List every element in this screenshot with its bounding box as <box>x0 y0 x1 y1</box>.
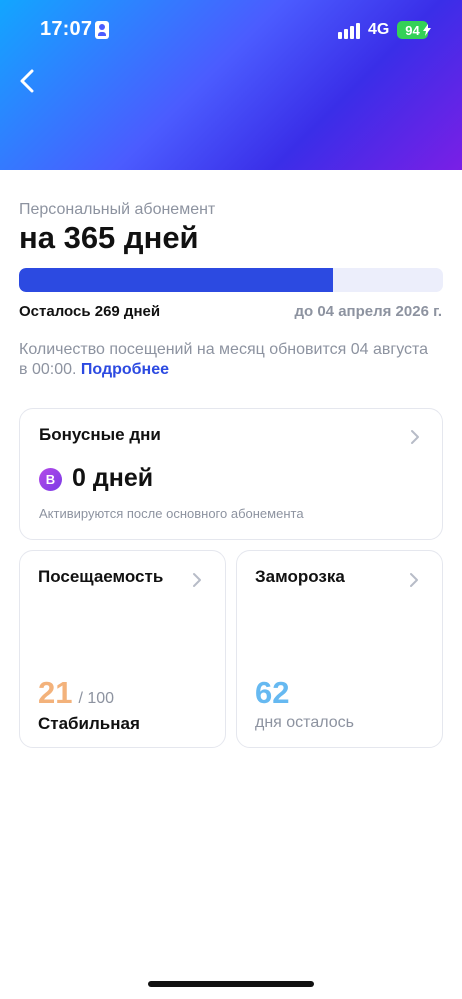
visit-refresh-info: Количество посещений на месяц обновится … <box>19 340 434 380</box>
subscription-title: на 365 дней <box>19 220 199 255</box>
signal-icon <box>338 21 362 39</box>
bonus-days-note: Активируются после основного абонемента <box>39 506 304 521</box>
subscription-progress-bar <box>19 268 443 292</box>
network-label: 4G <box>368 21 390 38</box>
attendance-value: 21 <box>38 675 73 710</box>
bonus-badge-icon: B <box>39 468 62 491</box>
attendance-status: Стабильная <box>38 714 140 733</box>
status-time: 17:07 <box>40 18 93 40</box>
status-bar: 17:07 4G 94 <box>0 0 462 60</box>
attendance-card[interactable]: Посещаемость 21 / 100 Стабильная <box>19 550 226 748</box>
chevron-right-icon <box>409 572 419 588</box>
id-card-icon <box>95 21 109 39</box>
freeze-title: Заморозка <box>255 567 345 586</box>
bolt-icon <box>423 24 431 36</box>
freeze-days-note: дня осталось <box>255 714 354 731</box>
days-remaining-text: Осталось 269 дней <box>19 303 161 320</box>
bonus-days-title: Бонусные дни <box>39 425 161 444</box>
gradient-header: 17:07 4G 94 <box>0 0 462 170</box>
back-button[interactable] <box>10 64 44 98</box>
attendance-title: Посещаемость <box>38 567 164 586</box>
bonus-days-value: 0 дней <box>72 464 154 492</box>
attendance-score: 21 / 100 <box>38 675 114 711</box>
more-link[interactable]: Подробнее <box>81 361 169 378</box>
battery-level: 94 <box>405 22 420 38</box>
home-indicator <box>148 981 314 987</box>
attendance-total: / 100 <box>78 690 115 707</box>
bonus-days-card[interactable]: Бонусные дни B 0 дней Активируются после… <box>19 408 443 540</box>
subscription-progress-fill <box>19 268 333 292</box>
freeze-card[interactable]: Заморозка 62 дня осталось <box>236 550 443 748</box>
expiry-date-text: до 04 апреля 2026 г. <box>294 303 442 320</box>
chevron-right-icon <box>192 572 202 588</box>
chevron-left-icon <box>20 69 34 93</box>
chevron-right-icon <box>410 429 420 445</box>
freeze-days-value: 62 <box>255 675 290 710</box>
subscription-label: Персональный абонемент <box>19 201 216 218</box>
